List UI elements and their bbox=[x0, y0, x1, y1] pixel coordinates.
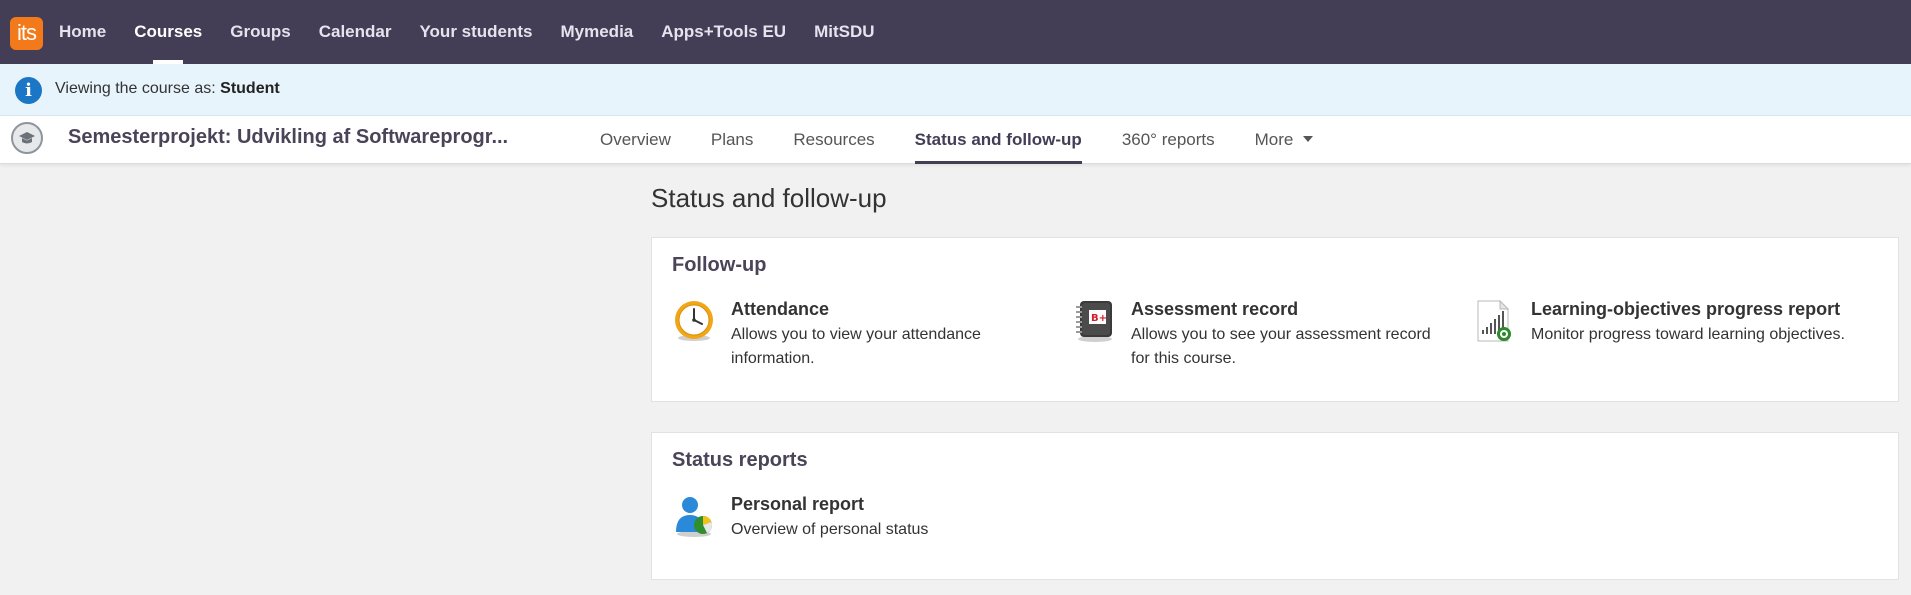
progress-report-icon bbox=[1472, 299, 1516, 343]
assessment-record-link[interactable]: Assessment record bbox=[1131, 299, 1298, 320]
follow-up-title: Follow-up bbox=[672, 254, 767, 276]
top-navigation-bar: its Home Courses Groups Calendar Your st… bbox=[0, 0, 1911, 64]
info-icon: i bbox=[15, 77, 42, 104]
its-logo[interactable]: its bbox=[10, 17, 43, 50]
caret-down-icon bbox=[1303, 135, 1314, 142]
topnav-mitsdu[interactable]: MitSDU bbox=[814, 0, 874, 64]
tab-more-label: More bbox=[1254, 130, 1294, 149]
svg-text:B+: B+ bbox=[1091, 313, 1107, 324]
topnav-courses[interactable]: Courses bbox=[134, 0, 202, 64]
tab-overview[interactable]: Overview bbox=[600, 116, 671, 164]
attendance-description: Allows you to view your attendance infor… bbox=[731, 326, 981, 367]
topnav-your-students[interactable]: Your students bbox=[419, 0, 532, 64]
course-title[interactable]: Semesterprojekt: Udvikling af Softwarepr… bbox=[68, 126, 508, 149]
graduation-cap-icon bbox=[11, 122, 43, 154]
topnav-apps-tools-eu[interactable]: Apps+Tools EU bbox=[661, 0, 786, 64]
assessment-record-description: Allows you to see your assessment record… bbox=[1131, 326, 1431, 367]
view-as-prefix: Viewing the course as: bbox=[55, 80, 221, 97]
status-reports-card: Status reports Personal report Overview … bbox=[651, 432, 1899, 580]
follow-up-card: Follow-up Attendance Allows you to view … bbox=[651, 237, 1899, 402]
status-reports-title: Status reports bbox=[672, 449, 808, 471]
tab-status-and-follow-up[interactable]: Status and follow-up bbox=[914, 116, 1082, 164]
tab-resources[interactable]: Resources bbox=[793, 116, 874, 164]
view-as-role: Student bbox=[220, 80, 280, 97]
course-tabs: Overview Plans Resources Status and foll… bbox=[600, 116, 1353, 164]
learning-objectives-link[interactable]: Learning-objectives progress report bbox=[1531, 299, 1840, 320]
topnav-mymedia[interactable]: Mymedia bbox=[561, 0, 634, 64]
person-chart-icon bbox=[672, 494, 716, 538]
topnav-home[interactable]: Home bbox=[59, 0, 106, 64]
tab-plans[interactable]: Plans bbox=[711, 116, 754, 164]
view-as-banner bbox=[0, 64, 1911, 116]
topnav-calendar[interactable]: Calendar bbox=[319, 0, 392, 64]
topnav-groups[interactable]: Groups bbox=[230, 0, 290, 64]
attendance-link[interactable]: Attendance bbox=[731, 299, 829, 320]
clock-icon bbox=[672, 299, 716, 343]
tab-more[interactable]: More bbox=[1255, 116, 1314, 164]
learning-objectives-description: Monitor progress toward learning objecti… bbox=[1531, 326, 1845, 343]
grade-book-icon: B+ bbox=[1072, 299, 1116, 343]
view-as-text: Viewing the course as: Student bbox=[55, 80, 280, 98]
top-nav-items: Home Courses Groups Calendar Your studen… bbox=[59, 0, 903, 64]
personal-report-link[interactable]: Personal report bbox=[731, 494, 864, 515]
tab-360-reports[interactable]: 360° reports bbox=[1122, 116, 1215, 164]
page-title: Status and follow-up bbox=[651, 183, 887, 213]
personal-report-description: Overview of personal status bbox=[731, 521, 929, 538]
